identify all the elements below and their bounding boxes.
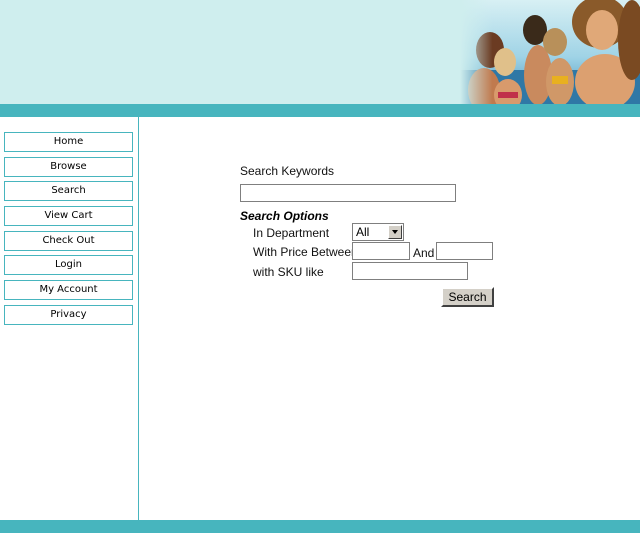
nav-check-out-button[interactable]: Check Out: [4, 230, 133, 251]
department-selected-value: All: [356, 225, 370, 239]
nav-my-account-button[interactable]: My Account: [4, 280, 133, 301]
nav-home-button[interactable]: Home: [4, 132, 133, 152]
footer-bar: [0, 520, 640, 533]
search-keywords-input[interactable]: [240, 184, 456, 202]
nav-login-button[interactable]: Login: [4, 255, 133, 276]
nav-view-cart-button[interactable]: View Cart: [4, 206, 133, 227]
department-label: In Department: [253, 226, 330, 240]
price-min-input[interactable]: [352, 242, 410, 260]
search-button[interactable]: Search: [441, 287, 494, 307]
page-header: [0, 0, 640, 104]
department-select[interactable]: All: [352, 223, 404, 241]
sku-label: with SKU like: [253, 265, 324, 279]
header-beach-photo: [460, 0, 640, 104]
price-max-input[interactable]: [436, 242, 493, 260]
nav-privacy-button[interactable]: Privacy: [4, 304, 133, 325]
search-options-title: Search Options: [240, 209, 329, 223]
chevron-down-icon[interactable]: [388, 225, 402, 239]
sku-input[interactable]: [352, 262, 468, 280]
sidebar-divider: [138, 117, 139, 520]
nav-search-button[interactable]: Search: [4, 181, 133, 202]
sidebar-nav: Home Browse Search View Cart Check Out L…: [4, 132, 133, 330]
nav-browse-button[interactable]: Browse: [4, 156, 133, 177]
price-and-label: And: [413, 246, 435, 260]
search-keywords-label: Search Keywords: [240, 164, 335, 178]
header-divider-bar: [0, 104, 640, 117]
price-between-label: With Price Between: [253, 245, 358, 259]
